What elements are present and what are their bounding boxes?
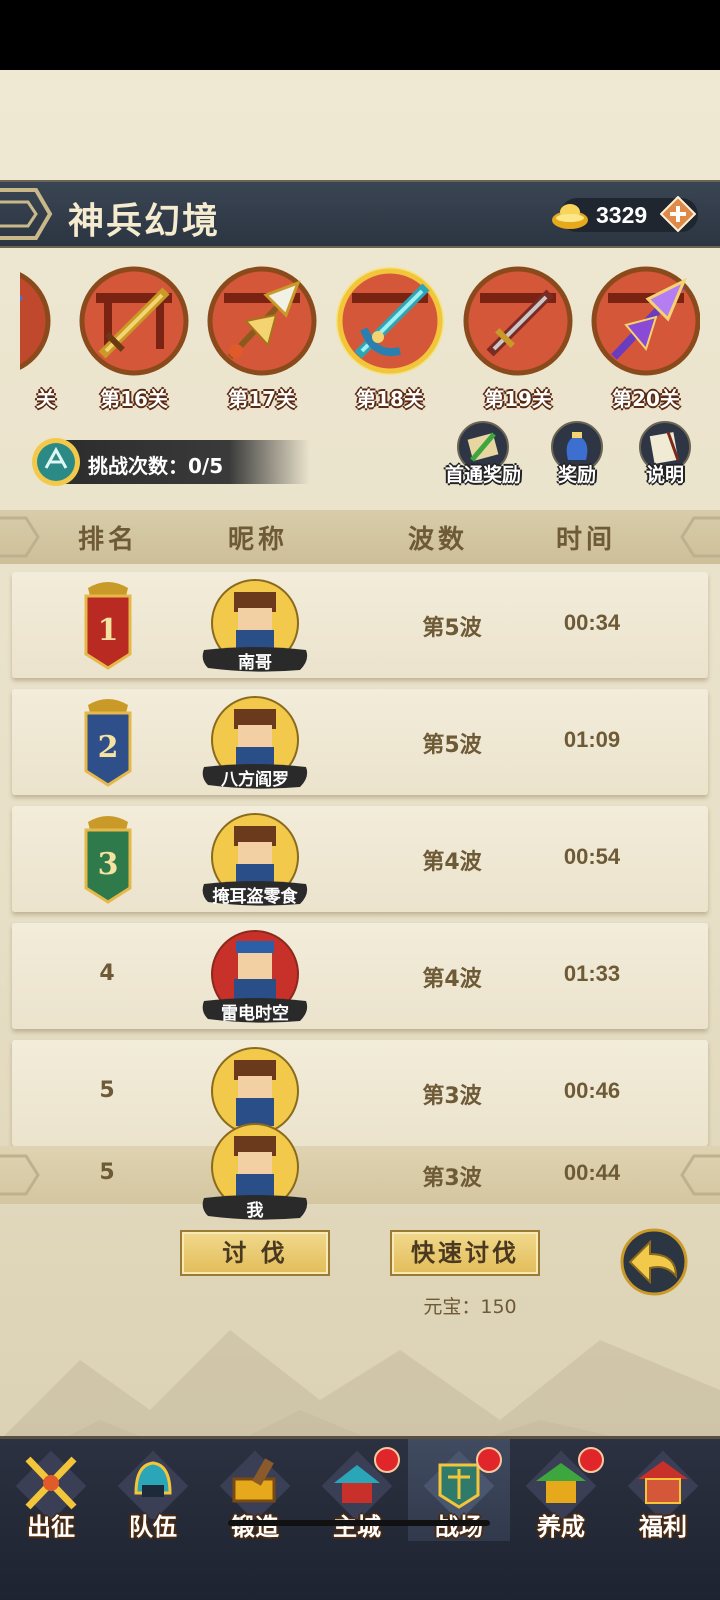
right-cloud-ornament: [680, 516, 720, 558]
stage-selector[interactable]: 关 第16关 第17关 第18关 第19关 第20关: [20, 265, 700, 415]
my-wave-count: 第3波: [422, 1166, 482, 1191]
nickname-plate: 八方阎罗: [200, 763, 310, 790]
stage-weapon-icon: [20, 272, 51, 370]
table-row[interactable]: 5 第3波 00:46: [12, 1040, 708, 1146]
stage-label: 关: [36, 387, 56, 411]
violet-spear-icon: [591, 266, 700, 376]
quick-attack-cost: 元宝：150: [423, 1296, 517, 1318]
nav-label: 出征: [27, 1512, 75, 1541]
quick-attack-button[interactable]: 快速讨伐: [390, 1230, 540, 1276]
bottom-navigation: 出征 队伍 锻造 主城 战场 养成 福利: [0, 1436, 720, 1600]
my-nickname-plate: 我: [200, 1194, 310, 1221]
home-indicator[interactable]: [228, 1520, 490, 1526]
svg-text:1: 1: [98, 613, 119, 648]
jade-crescent-blade-icon: [336, 267, 444, 375]
first-clear-reward-label: 首通奖励: [444, 464, 521, 486]
my-rank-number: 5: [99, 1160, 115, 1185]
wave-count: 第4波: [422, 850, 482, 875]
nav-tab-cultivate[interactable]: 养成: [510, 1439, 612, 1541]
page-title: 神兵幻境: [68, 200, 221, 242]
crimson-dagger-icon: [463, 266, 573, 376]
stage-item-16[interactable]: 第16关: [74, 265, 194, 415]
gold-ingot-icon: [552, 204, 588, 229]
wave-count: 第5波: [422, 616, 482, 641]
wave-count: 第3波: [422, 1084, 482, 1109]
nickname-text: 掩耳盗零食: [212, 887, 298, 907]
nav-tab-team[interactable]: 队伍: [102, 1439, 204, 1541]
stage-label: 第17关: [228, 387, 296, 411]
rank-number: 5: [99, 1078, 115, 1103]
column-header-rank: 排名: [78, 525, 139, 555]
game-screen: 神兵幻境 3329 关 第16关 第17关 第18关 第19关 第20关 挑战次…: [0, 70, 720, 1600]
nickname-text: 雷电时空: [221, 1004, 289, 1024]
nav-tab-expedition[interactable]: 出征: [0, 1439, 102, 1541]
stage-item-15[interactable]: 关: [20, 265, 56, 415]
svg-text:3: 3: [98, 847, 119, 882]
clear-time: 01:09: [563, 727, 621, 752]
notification-badge: [476, 1447, 502, 1473]
wave-count: 第5波: [422, 733, 482, 758]
my-nickname-text: 我: [246, 1201, 264, 1221]
table-row[interactable]: 1 南哥 第5波 00:34: [12, 572, 708, 678]
rank-2-banner-icon: 2: [84, 699, 132, 787]
stage-item-20[interactable]: 第20关: [586, 265, 700, 415]
first-clear-reward-button[interactable]: 首通奖励: [445, 420, 521, 490]
add-currency-button[interactable]: [660, 196, 696, 232]
right-cloud-ornament: [680, 1154, 720, 1196]
left-cloud-ornament: [0, 516, 40, 558]
challenge-count-text: 挑战次数：0/5: [88, 454, 224, 478]
my-ranking-row: 5 第3波 00:44: [0, 1146, 720, 1204]
header-corner-ornament: [0, 188, 53, 240]
golden-sword-icon: [79, 266, 189, 376]
left-cloud-ornament: [0, 1154, 40, 1196]
nickname-text: 南哥: [238, 653, 272, 673]
challenge-emblem-icon: [32, 438, 80, 486]
column-header-nickname: 昵称: [228, 525, 289, 555]
clear-time: 00:54: [563, 844, 621, 869]
nav-label: 养成: [537, 1512, 585, 1541]
notification-badge: [374, 1447, 400, 1473]
attack-button-label: 讨 伐: [222, 1238, 288, 1267]
table-row[interactable]: 2 八方阎罗 第5波 01:09: [12, 689, 708, 795]
rank-number: 4: [99, 961, 115, 986]
stage-label: 第16关: [100, 387, 168, 411]
column-header-waves: 波数: [408, 525, 469, 555]
wave-count: 第4波: [422, 967, 482, 992]
ranking-table-header: 排名 昵称 波数 时间: [0, 510, 720, 564]
stage-label: 第20关: [612, 387, 680, 411]
clear-time: 00:46: [563, 1078, 621, 1103]
clear-time: 01:33: [563, 961, 621, 986]
table-row[interactable]: 3 掩耳盗零食 第4波 00:54: [12, 806, 708, 912]
stage-label: 第19关: [484, 387, 552, 411]
stage-item-19[interactable]: 第19关: [458, 265, 578, 415]
golden-halberd-icon: [207, 266, 317, 376]
nickname-plate: 掩耳盗零食: [200, 880, 310, 907]
page-header: 神兵幻境 3329: [0, 180, 720, 248]
quick-attack-button-label: 快速讨伐: [411, 1238, 519, 1267]
my-clear-time: 00:44: [563, 1160, 621, 1185]
nav-label: 福利: [639, 1512, 687, 1541]
stage-item-18-selected[interactable]: 第18关: [330, 265, 450, 415]
svg-text:2: 2: [98, 730, 119, 765]
nickname-text: 八方阎罗: [221, 770, 289, 790]
column-header-time: 时间: [556, 525, 617, 555]
attack-button[interactable]: 讨 伐: [180, 1230, 330, 1276]
nickname-plate: 雷电时空: [200, 997, 310, 1024]
info-label: 说明: [645, 464, 684, 486]
notification-badge: [578, 1447, 604, 1473]
rank-3-banner-icon: 3: [84, 816, 132, 904]
stage-label: 第18关: [356, 387, 424, 411]
gold-ingot-counter: 3329: [552, 196, 698, 232]
reward-button[interactable]: 奖励: [544, 420, 610, 490]
clear-time: 00:34: [563, 610, 621, 635]
table-row[interactable]: 4 雷电时空 第4波 01:33: [12, 923, 708, 1029]
back-arrow-button[interactable]: [620, 1228, 688, 1296]
nav-label: 队伍: [129, 1512, 177, 1541]
rank-1-banner-icon: 1: [84, 582, 132, 670]
stage-item-17[interactable]: 第17关: [202, 265, 322, 415]
nav-tab-welfare[interactable]: 福利: [612, 1439, 714, 1541]
info-button[interactable]: 说明: [632, 420, 698, 490]
nickname-plate: 南哥: [200, 646, 310, 673]
currency-value: 3329: [596, 202, 648, 228]
